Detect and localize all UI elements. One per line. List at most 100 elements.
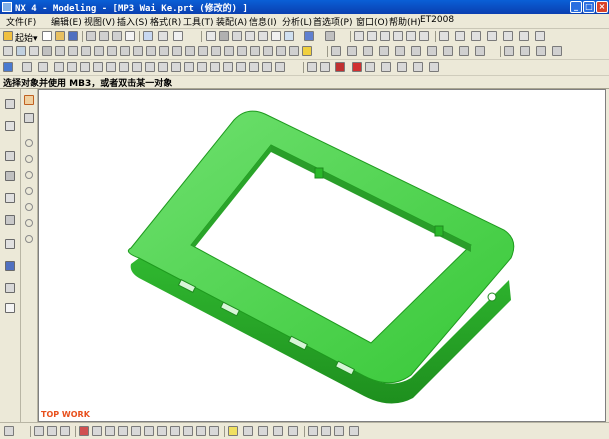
pen-icon[interactable] (158, 31, 168, 41)
stop-icon[interactable] (335, 62, 345, 72)
toolbar-options-icon[interactable] (349, 426, 359, 436)
pattern-icon[interactable] (503, 31, 513, 41)
menu-format[interactable]: 格式(R) (150, 15, 181, 28)
menu-et2008[interactable]: ET2008 (420, 15, 454, 25)
graphics-window[interactable]: TOP WORK (38, 89, 606, 422)
edge-blend-icon[interactable] (133, 46, 143, 56)
curve-tools-icon[interactable] (520, 46, 530, 56)
snap-pole-icon[interactable] (236, 62, 246, 72)
datum-csys-icon[interactable] (157, 426, 167, 436)
sketch-line-icon[interactable] (24, 113, 34, 123)
more-tools-icon[interactable] (552, 46, 562, 56)
rotate-icon[interactable] (258, 31, 268, 41)
pocket-icon[interactable] (55, 46, 65, 56)
filter-icon[interactable] (3, 62, 13, 72)
edit-object-display-icon[interactable] (243, 426, 253, 436)
pad-icon[interactable] (68, 46, 78, 56)
fit-icon[interactable] (206, 31, 216, 41)
edit-curve-icon[interactable] (519, 31, 529, 41)
analysis-icon[interactable] (429, 62, 439, 72)
blank-icon[interactable] (258, 426, 268, 436)
wcs-icon[interactable] (381, 62, 391, 72)
copy-to-layer-icon[interactable] (334, 426, 344, 436)
sweep-icon[interactable] (363, 46, 373, 56)
sew-icon[interactable] (237, 46, 247, 56)
open-icon[interactable] (55, 31, 65, 41)
menu-file[interactable]: 文件(F) (6, 15, 36, 28)
mirror-icon[interactable] (487, 31, 497, 41)
sketch-constraint-icon[interactable] (25, 235, 33, 243)
snap-on-curve-icon[interactable] (145, 62, 155, 72)
snap-quadrant-icon[interactable] (119, 62, 129, 72)
roles-icon[interactable] (5, 261, 15, 271)
face-blend-icon[interactable] (443, 46, 453, 56)
layer-settings-icon[interactable] (308, 426, 318, 436)
snap-angle-icon[interactable] (184, 62, 194, 72)
extrude-icon[interactable] (3, 46, 13, 56)
menu-window[interactable]: 窗口(O) (356, 15, 388, 28)
close-button[interactable]: × (596, 1, 608, 13)
snap-bounded-icon[interactable] (210, 62, 220, 72)
copy-object-icon[interactable] (196, 426, 206, 436)
view-icon[interactable] (284, 31, 294, 41)
history-icon[interactable] (5, 193, 15, 203)
undo-icon[interactable] (143, 31, 153, 41)
highlight-icon[interactable] (228, 426, 238, 436)
grid-snap-icon[interactable] (4, 426, 14, 436)
snap-tangent-icon[interactable] (197, 62, 207, 72)
hide-icon[interactable] (320, 62, 330, 72)
show-icon[interactable] (307, 62, 317, 72)
groove-icon[interactable] (94, 46, 104, 56)
csys-icon[interactable] (118, 426, 128, 436)
spline-icon[interactable] (393, 31, 403, 41)
snap-end-icon[interactable] (54, 62, 64, 72)
snap-on-face-icon[interactable] (158, 62, 168, 72)
move-to-layer-icon[interactable] (321, 426, 331, 436)
orient-view-icon[interactable] (325, 31, 335, 41)
select-all-icon[interactable] (22, 62, 32, 72)
thicken-icon[interactable] (263, 46, 273, 56)
move-icon[interactable] (183, 426, 193, 436)
pan-icon[interactable] (245, 31, 255, 41)
soft-blend-icon[interactable] (459, 46, 469, 56)
nx-app-icon[interactable] (2, 2, 12, 12)
arc-icon[interactable] (367, 31, 377, 41)
menu-edit[interactable]: 编辑(E) (51, 15, 82, 28)
sketch-rectangle-icon[interactable] (25, 203, 33, 211)
offset-face-icon[interactable] (276, 46, 286, 56)
snap-mid-icon[interactable] (67, 62, 77, 72)
transform-icon[interactable] (170, 426, 180, 436)
snap-center-icon[interactable] (106, 62, 116, 72)
offset-icon[interactable] (471, 31, 481, 41)
sketch-circle-icon[interactable] (25, 155, 33, 163)
scale-icon[interactable] (289, 46, 299, 56)
ruled-icon[interactable] (395, 46, 405, 56)
view-front-icon[interactable] (34, 426, 44, 436)
web-browser-icon[interactable] (5, 171, 15, 181)
menu-analysis[interactable]: 分析(L) (282, 15, 312, 28)
menu-help[interactable]: 帮助(H) (389, 15, 421, 28)
flip-icon[interactable] (504, 46, 514, 56)
assembly-navigator-icon[interactable] (5, 99, 15, 109)
snap-arc-icon[interactable] (223, 62, 233, 72)
patch-icon[interactable] (250, 46, 260, 56)
plane-icon[interactable] (105, 426, 115, 436)
intersect-icon[interactable] (224, 46, 234, 56)
process-studio-icon[interactable] (5, 239, 15, 249)
snap-existing-icon[interactable] (132, 62, 142, 72)
cut-icon[interactable] (86, 31, 96, 41)
unite-icon[interactable] (198, 46, 208, 56)
menu-preferences[interactable]: 首选项(P) (313, 15, 352, 28)
slot-icon[interactable] (81, 46, 91, 56)
menu-information[interactable]: 信息(I) (249, 15, 277, 28)
delete-icon[interactable] (125, 31, 135, 41)
menu-assembly[interactable]: 装配(A) (216, 15, 247, 28)
subtract-icon[interactable] (211, 46, 221, 56)
datum-plane-icon[interactable] (144, 426, 154, 436)
sketch-arc-icon[interactable] (25, 139, 33, 147)
view-right-icon[interactable] (60, 426, 70, 436)
point-tool-icon[interactable] (79, 426, 89, 436)
maximize-button[interactable]: □ (583, 1, 595, 13)
draft-icon[interactable] (159, 46, 169, 56)
camera-icon[interactable] (271, 31, 281, 41)
